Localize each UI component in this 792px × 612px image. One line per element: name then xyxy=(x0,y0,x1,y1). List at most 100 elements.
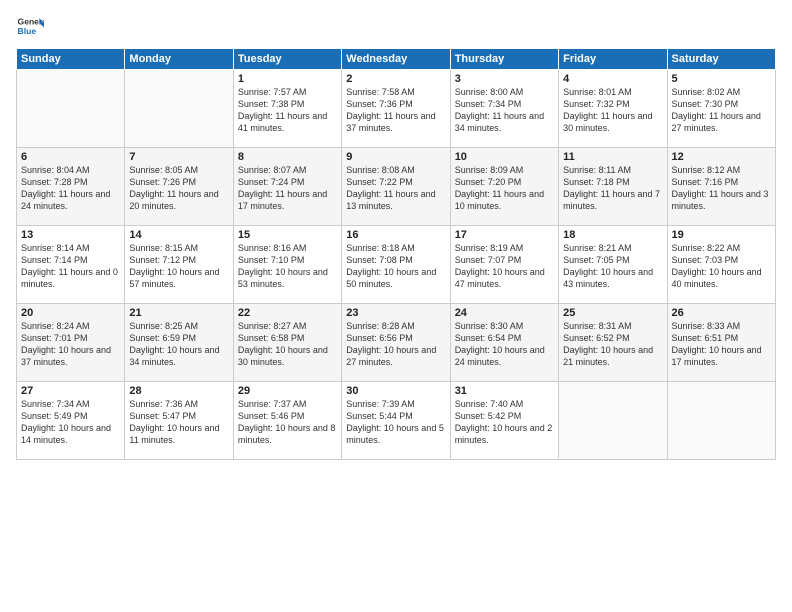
calendar-cell: 12Sunrise: 8:12 AM Sunset: 7:16 PM Dayli… xyxy=(667,148,775,226)
svg-text:Blue: Blue xyxy=(18,26,37,36)
day-number: 21 xyxy=(129,307,228,319)
day-number: 5 xyxy=(672,73,771,85)
day-number: 16 xyxy=(346,229,445,241)
day-info: Sunrise: 8:24 AM Sunset: 7:01 PM Dayligh… xyxy=(21,320,120,369)
day-info: Sunrise: 8:16 AM Sunset: 7:10 PM Dayligh… xyxy=(238,242,337,291)
day-info: Sunrise: 7:34 AM Sunset: 5:49 PM Dayligh… xyxy=(21,398,120,447)
day-info: Sunrise: 7:40 AM Sunset: 5:42 PM Dayligh… xyxy=(455,398,554,447)
day-number: 26 xyxy=(672,307,771,319)
day-header-sunday: Sunday xyxy=(17,49,125,70)
calendar-cell: 24Sunrise: 8:30 AM Sunset: 6:54 PM Dayli… xyxy=(450,304,558,382)
day-info: Sunrise: 8:00 AM Sunset: 7:34 PM Dayligh… xyxy=(455,86,554,135)
calendar-cell: 25Sunrise: 8:31 AM Sunset: 6:52 PM Dayli… xyxy=(559,304,667,382)
day-number: 9 xyxy=(346,151,445,163)
day-info: Sunrise: 8:02 AM Sunset: 7:30 PM Dayligh… xyxy=(672,86,771,135)
calendar-cell: 8Sunrise: 8:07 AM Sunset: 7:24 PM Daylig… xyxy=(233,148,341,226)
calendar-cell xyxy=(667,382,775,460)
day-header-friday: Friday xyxy=(559,49,667,70)
calendar-cell: 20Sunrise: 8:24 AM Sunset: 7:01 PM Dayli… xyxy=(17,304,125,382)
day-info: Sunrise: 8:07 AM Sunset: 7:24 PM Dayligh… xyxy=(238,164,337,213)
day-info: Sunrise: 8:15 AM Sunset: 7:12 PM Dayligh… xyxy=(129,242,228,291)
day-info: Sunrise: 8:30 AM Sunset: 6:54 PM Dayligh… xyxy=(455,320,554,369)
day-number: 24 xyxy=(455,307,554,319)
day-info: Sunrise: 8:14 AM Sunset: 7:14 PM Dayligh… xyxy=(21,242,120,291)
calendar-week-2: 6Sunrise: 8:04 AM Sunset: 7:28 PM Daylig… xyxy=(17,148,776,226)
calendar-week-3: 13Sunrise: 8:14 AM Sunset: 7:14 PM Dayli… xyxy=(17,226,776,304)
day-number: 20 xyxy=(21,307,120,319)
calendar-cell: 9Sunrise: 8:08 AM Sunset: 7:22 PM Daylig… xyxy=(342,148,450,226)
day-number: 28 xyxy=(129,385,228,397)
calendar-cell: 22Sunrise: 8:27 AM Sunset: 6:58 PM Dayli… xyxy=(233,304,341,382)
calendar-week-5: 27Sunrise: 7:34 AM Sunset: 5:49 PM Dayli… xyxy=(17,382,776,460)
day-info: Sunrise: 8:08 AM Sunset: 7:22 PM Dayligh… xyxy=(346,164,445,213)
calendar-cell: 6Sunrise: 8:04 AM Sunset: 7:28 PM Daylig… xyxy=(17,148,125,226)
calendar-cell: 3Sunrise: 8:00 AM Sunset: 7:34 PM Daylig… xyxy=(450,70,558,148)
day-info: Sunrise: 8:31 AM Sunset: 6:52 PM Dayligh… xyxy=(563,320,662,369)
day-number: 12 xyxy=(672,151,771,163)
calendar-cell: 4Sunrise: 8:01 AM Sunset: 7:32 PM Daylig… xyxy=(559,70,667,148)
calendar-cell: 30Sunrise: 7:39 AM Sunset: 5:44 PM Dayli… xyxy=(342,382,450,460)
calendar-cell: 26Sunrise: 8:33 AM Sunset: 6:51 PM Dayli… xyxy=(667,304,775,382)
day-number: 13 xyxy=(21,229,120,241)
calendar-cell: 18Sunrise: 8:21 AM Sunset: 7:05 PM Dayli… xyxy=(559,226,667,304)
day-number: 6 xyxy=(21,151,120,163)
day-number: 18 xyxy=(563,229,662,241)
calendar-week-1: 1Sunrise: 7:57 AM Sunset: 7:38 PM Daylig… xyxy=(17,70,776,148)
day-number: 1 xyxy=(238,73,337,85)
calendar-cell: 5Sunrise: 8:02 AM Sunset: 7:30 PM Daylig… xyxy=(667,70,775,148)
day-header-tuesday: Tuesday xyxy=(233,49,341,70)
day-info: Sunrise: 8:22 AM Sunset: 7:03 PM Dayligh… xyxy=(672,242,771,291)
day-number: 25 xyxy=(563,307,662,319)
day-info: Sunrise: 8:25 AM Sunset: 6:59 PM Dayligh… xyxy=(129,320,228,369)
day-number: 19 xyxy=(672,229,771,241)
day-info: Sunrise: 8:05 AM Sunset: 7:26 PM Dayligh… xyxy=(129,164,228,213)
calendar-cell: 21Sunrise: 8:25 AM Sunset: 6:59 PM Dayli… xyxy=(125,304,233,382)
day-number: 27 xyxy=(21,385,120,397)
calendar-cell: 10Sunrise: 8:09 AM Sunset: 7:20 PM Dayli… xyxy=(450,148,558,226)
calendar-body: 1Sunrise: 7:57 AM Sunset: 7:38 PM Daylig… xyxy=(17,70,776,460)
day-number: 23 xyxy=(346,307,445,319)
day-header-monday: Monday xyxy=(125,49,233,70)
day-number: 8 xyxy=(238,151,337,163)
calendar-cell: 31Sunrise: 7:40 AM Sunset: 5:42 PM Dayli… xyxy=(450,382,558,460)
calendar-cell: 13Sunrise: 8:14 AM Sunset: 7:14 PM Dayli… xyxy=(17,226,125,304)
day-info: Sunrise: 8:12 AM Sunset: 7:16 PM Dayligh… xyxy=(672,164,771,213)
calendar-cell: 23Sunrise: 8:28 AM Sunset: 6:56 PM Dayli… xyxy=(342,304,450,382)
calendar-cell: 17Sunrise: 8:19 AM Sunset: 7:07 PM Dayli… xyxy=(450,226,558,304)
day-info: Sunrise: 8:11 AM Sunset: 7:18 PM Dayligh… xyxy=(563,164,662,213)
calendar-cell: 14Sunrise: 8:15 AM Sunset: 7:12 PM Dayli… xyxy=(125,226,233,304)
calendar-cell: 29Sunrise: 7:37 AM Sunset: 5:46 PM Dayli… xyxy=(233,382,341,460)
day-number: 10 xyxy=(455,151,554,163)
day-number: 11 xyxy=(563,151,662,163)
day-info: Sunrise: 7:58 AM Sunset: 7:36 PM Dayligh… xyxy=(346,86,445,135)
day-header-thursday: Thursday xyxy=(450,49,558,70)
calendar-cell: 15Sunrise: 8:16 AM Sunset: 7:10 PM Dayli… xyxy=(233,226,341,304)
day-info: Sunrise: 8:18 AM Sunset: 7:08 PM Dayligh… xyxy=(346,242,445,291)
day-header-saturday: Saturday xyxy=(667,49,775,70)
calendar-header-row: SundayMondayTuesdayWednesdayThursdayFrid… xyxy=(17,49,776,70)
day-number: 30 xyxy=(346,385,445,397)
day-number: 15 xyxy=(238,229,337,241)
day-info: Sunrise: 8:21 AM Sunset: 7:05 PM Dayligh… xyxy=(563,242,662,291)
calendar-cell: 1Sunrise: 7:57 AM Sunset: 7:38 PM Daylig… xyxy=(233,70,341,148)
day-info: Sunrise: 7:57 AM Sunset: 7:38 PM Dayligh… xyxy=(238,86,337,135)
day-number: 3 xyxy=(455,73,554,85)
calendar-cell xyxy=(125,70,233,148)
logo: General Blue xyxy=(16,12,46,40)
day-number: 2 xyxy=(346,73,445,85)
day-number: 22 xyxy=(238,307,337,319)
day-number: 29 xyxy=(238,385,337,397)
day-info: Sunrise: 8:27 AM Sunset: 6:58 PM Dayligh… xyxy=(238,320,337,369)
day-info: Sunrise: 7:39 AM Sunset: 5:44 PM Dayligh… xyxy=(346,398,445,447)
day-header-wednesday: Wednesday xyxy=(342,49,450,70)
calendar-cell: 28Sunrise: 7:36 AM Sunset: 5:47 PM Dayli… xyxy=(125,382,233,460)
calendar-cell xyxy=(17,70,125,148)
calendar-cell: 7Sunrise: 8:05 AM Sunset: 7:26 PM Daylig… xyxy=(125,148,233,226)
day-number: 4 xyxy=(563,73,662,85)
calendar-cell: 19Sunrise: 8:22 AM Sunset: 7:03 PM Dayli… xyxy=(667,226,775,304)
day-info: Sunrise: 7:37 AM Sunset: 5:46 PM Dayligh… xyxy=(238,398,337,447)
day-number: 17 xyxy=(455,229,554,241)
day-info: Sunrise: 8:01 AM Sunset: 7:32 PM Dayligh… xyxy=(563,86,662,135)
day-info: Sunrise: 8:19 AM Sunset: 7:07 PM Dayligh… xyxy=(455,242,554,291)
day-info: Sunrise: 8:09 AM Sunset: 7:20 PM Dayligh… xyxy=(455,164,554,213)
